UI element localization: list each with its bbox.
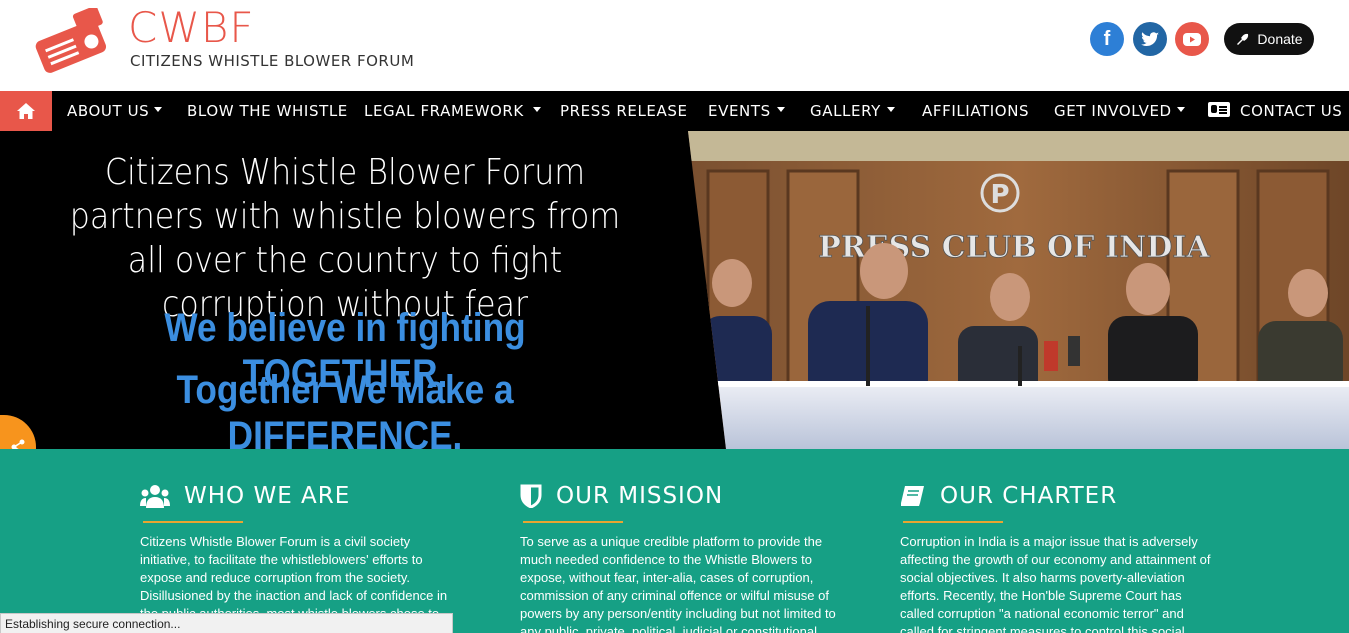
nav-events-label: EVENTS <box>708 102 771 120</box>
hero-slogan-difference: Together We Make a DIFFERENCE. <box>176 368 514 449</box>
logo-abbreviation: CWBF <box>128 3 255 52</box>
nav-contact-us-label: CONTACT US <box>1240 102 1343 120</box>
our-mission-title: OUR MISSION <box>556 483 724 509</box>
our-mission-text: To serve as a unique credible platform t… <box>520 534 836 633</box>
donate-hand-icon <box>1237 33 1249 45</box>
site-logo[interactable]: CWBF CITIZENS WHISTLE BLOWER FORUM <box>28 3 414 86</box>
donate-label: Donate <box>1257 31 1303 47</box>
whistle-logo-icon <box>35 8 107 73</box>
nav-affiliations[interactable]: AFFILIATIONS <box>922 91 1029 131</box>
nav-blow-the-whistle-label: BLOW THE WHISTLE <box>187 102 348 120</box>
press-conference-photo: P PRESS CLUB OF INDIA <box>688 131 1349 449</box>
nav-affiliations-label: AFFILIATIONS <box>922 102 1030 120</box>
chevron-down-icon <box>886 107 895 112</box>
nav-legal-framework-label: LEGAL FRAMEWORK <box>364 102 524 120</box>
our-charter-heading: OUR CHARTER <box>900 483 1117 509</box>
nav-contact-us[interactable]: CONTACT US <box>1208 91 1342 131</box>
site-header: CWBF CITIZENS WHISTLE BLOWER FORUM f Don… <box>0 0 1349 91</box>
youtube-icon[interactable] <box>1175 22 1209 56</box>
chevron-down-icon <box>154 107 163 112</box>
info-section: WHO WE ARE Citizens Whistle Blower Forum… <box>0 449 1349 633</box>
nav-blow-the-whistle[interactable]: BLOW THE WHISTLE <box>187 91 348 131</box>
heading-underline <box>523 521 623 523</box>
nav-gallery-label: GALLERY <box>810 102 881 120</box>
users-icon <box>140 485 170 508</box>
our-mission-heading: OUR MISSION <box>520 483 723 509</box>
twitter-icon[interactable] <box>1133 22 1167 56</box>
our-charter-title: OUR CHARTER <box>940 483 1118 509</box>
nav-gallery[interactable]: GALLERY <box>810 91 895 131</box>
book-icon <box>901 486 924 506</box>
share-icon <box>11 439 25 449</box>
who-we-are-heading: WHO WE ARE <box>140 483 350 509</box>
twitter-bird-icon <box>1141 31 1159 46</box>
logo-fullname: CITIZENS WHISTLE BLOWER FORUM <box>130 52 415 70</box>
share-button[interactable] <box>0 415 36 449</box>
shield-icon <box>520 484 542 508</box>
browser-status-bar: Establishing secure connection... <box>0 613 453 633</box>
nav-events[interactable]: EVENTS <box>708 91 785 131</box>
hero-banner: Citizens Whistle Blower Forum partners w… <box>0 131 1349 449</box>
chevron-down-icon <box>776 107 785 112</box>
hero-headline: Citizens Whistle Blower Forum partners w… <box>69 152 621 325</box>
chevron-down-icon <box>532 107 541 112</box>
home-icon <box>17 103 35 119</box>
heading-underline <box>903 521 1003 523</box>
nav-get-involved[interactable]: GET INVOLVED <box>1054 91 1185 131</box>
photo-logo-letter: P <box>990 180 1009 210</box>
nav-home[interactable] <box>0 91 52 131</box>
chevron-down-icon <box>1176 107 1185 112</box>
nav-legal-framework[interactable]: LEGAL FRAMEWORK <box>364 91 541 131</box>
who-we-are-title: WHO WE ARE <box>184 483 351 509</box>
nav-press-release[interactable]: PRESS RELEASE <box>560 91 688 131</box>
facebook-glyph: f <box>1103 27 1111 50</box>
nav-about-us-label: ABOUT US <box>67 102 150 120</box>
youtube-play-icon <box>1183 32 1201 46</box>
heading-underline <box>143 521 243 523</box>
nav-get-involved-label: GET INVOLVED <box>1054 102 1172 120</box>
donate-button[interactable]: Donate <box>1224 23 1314 55</box>
nav-about-us[interactable]: ABOUT US <box>67 91 163 131</box>
our-charter-text: Corruption in India is a major issue tha… <box>900 534 1211 633</box>
facebook-icon[interactable]: f <box>1090 22 1124 56</box>
contact-card-icon <box>1208 102 1230 117</box>
main-nav: ABOUT US BLOW THE WHISTLE LEGAL FRAMEWOR… <box>0 91 1349 131</box>
nav-press-release-label: PRESS RELEASE <box>560 102 688 120</box>
